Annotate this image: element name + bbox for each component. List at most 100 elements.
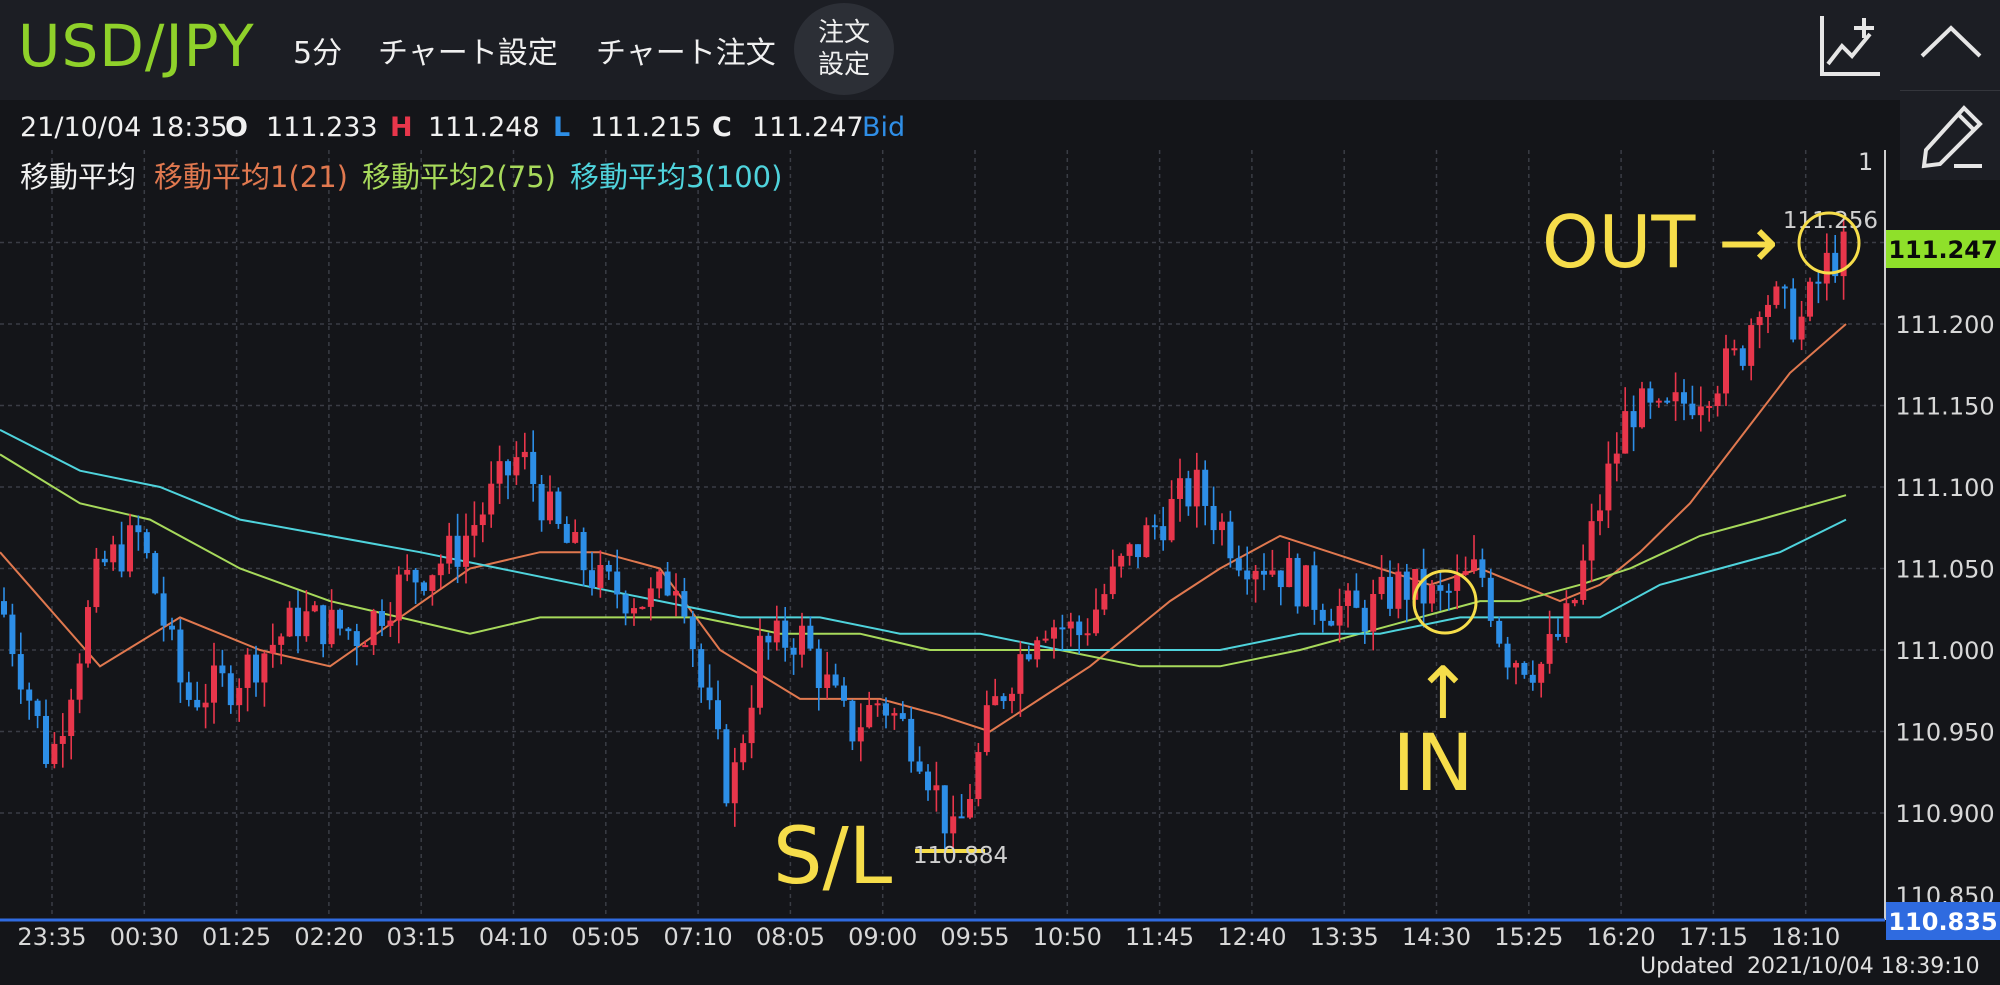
in-annotation: IN bbox=[1392, 719, 1473, 809]
candle-body bbox=[1336, 605, 1343, 626]
candle-body bbox=[647, 588, 654, 607]
candle-body bbox=[1042, 638, 1049, 641]
x-tick-label: 18:10 bbox=[1771, 923, 1840, 951]
candle-body bbox=[1815, 281, 1822, 284]
candle-body bbox=[983, 705, 990, 753]
candle-body bbox=[1294, 557, 1301, 607]
candle-body bbox=[1454, 574, 1461, 591]
candle-body bbox=[874, 703, 881, 706]
ma1-line bbox=[0, 323, 1847, 733]
candle-body bbox=[1277, 570, 1284, 588]
candle-body bbox=[43, 715, 49, 765]
x-tick-label: 01:25 bbox=[202, 923, 271, 951]
candle-body bbox=[572, 532, 579, 543]
candle-body bbox=[857, 727, 864, 742]
candle-body bbox=[1202, 469, 1209, 506]
ma1-legend[interactable]: 移動平均1(21) bbox=[154, 154, 348, 196]
candle-body bbox=[832, 674, 839, 686]
candle-body bbox=[278, 636, 285, 645]
candle-body bbox=[362, 645, 369, 648]
candle-body bbox=[891, 713, 898, 716]
x-tick-label: 17:15 bbox=[1679, 923, 1748, 951]
candle-body bbox=[1622, 411, 1629, 454]
candle-body bbox=[1504, 643, 1511, 668]
candle-body bbox=[589, 570, 595, 589]
candle-body bbox=[85, 607, 91, 664]
candle-body bbox=[1177, 478, 1183, 499]
candle-body bbox=[1076, 621, 1083, 636]
updated-label: Updated bbox=[1640, 954, 1734, 979]
candle-body bbox=[345, 628, 352, 632]
candle-body bbox=[353, 631, 360, 647]
candle-body bbox=[110, 544, 117, 563]
x-tick-label: 07:10 bbox=[664, 923, 733, 951]
candle-body bbox=[1210, 505, 1217, 531]
x-tick-label: 09:55 bbox=[940, 923, 1009, 951]
candle-body bbox=[1084, 633, 1091, 636]
candle-body bbox=[849, 700, 856, 742]
candle-body bbox=[1227, 521, 1234, 559]
candle-body bbox=[1403, 571, 1410, 600]
candle-body bbox=[824, 674, 831, 689]
candle-body bbox=[9, 614, 16, 655]
candle-body bbox=[1009, 693, 1015, 702]
candle-body bbox=[908, 718, 915, 762]
x-tick-label: 23:35 bbox=[17, 923, 86, 951]
ma3-legend[interactable]: 移動平均3(100) bbox=[570, 154, 782, 196]
candle-body bbox=[337, 609, 343, 629]
candle-body bbox=[664, 571, 671, 596]
candle-body bbox=[412, 569, 419, 583]
candle-body bbox=[51, 743, 58, 765]
candle-body bbox=[605, 564, 612, 572]
status-footer: Updated 2021/10/04 18:39:10 bbox=[0, 950, 2000, 985]
candle-body bbox=[958, 816, 965, 819]
low-marker: 110.884 bbox=[913, 843, 1008, 869]
candle-body bbox=[127, 525, 133, 572]
candle-body bbox=[513, 457, 520, 476]
candle-body bbox=[1235, 558, 1242, 571]
candle-body bbox=[1185, 478, 1192, 507]
candle-body bbox=[782, 620, 789, 648]
out-annotation: OUT → bbox=[1542, 200, 1779, 284]
candle-body bbox=[76, 663, 83, 700]
candle-body bbox=[169, 625, 175, 630]
candle-body bbox=[899, 713, 906, 719]
candle-body bbox=[463, 535, 469, 567]
x-tick-label: 11:45 bbox=[1125, 923, 1194, 951]
candle-body bbox=[1655, 400, 1662, 403]
candle-body bbox=[656, 571, 663, 589]
candle-body bbox=[1219, 521, 1225, 531]
candle-body bbox=[1823, 252, 1830, 284]
candle-body bbox=[1647, 388, 1654, 403]
candlestick-chart[interactable]: 111.200 111.150 111.100 111.050 111.000 110.9… bbox=[0, 0, 2000, 985]
candle-body bbox=[269, 644, 276, 654]
candle-body bbox=[135, 525, 142, 533]
candle-body bbox=[706, 687, 713, 701]
candle-body bbox=[1672, 392, 1679, 402]
candle-body bbox=[1126, 544, 1133, 556]
candle-body bbox=[1353, 590, 1360, 608]
candle-body bbox=[1563, 603, 1570, 637]
candle-body bbox=[1311, 565, 1318, 610]
y-tick-label: 111.200 bbox=[1895, 311, 1994, 339]
current-price-label: 111.247 bbox=[1888, 236, 1997, 264]
candle-body bbox=[387, 620, 394, 626]
candle-body bbox=[1706, 406, 1713, 409]
x-tick-label: 05:05 bbox=[571, 923, 640, 951]
candle-body bbox=[1790, 288, 1797, 340]
candle-body bbox=[639, 606, 646, 609]
candle-body bbox=[1697, 406, 1704, 416]
candle-body bbox=[101, 558, 108, 563]
candle-body bbox=[1093, 609, 1099, 634]
candle-body bbox=[311, 605, 318, 612]
candle-body bbox=[622, 594, 629, 614]
candle-body bbox=[211, 665, 217, 703]
candle-body bbox=[1462, 571, 1469, 575]
candle-body bbox=[807, 625, 814, 649]
candle-body bbox=[681, 591, 688, 617]
candle-body bbox=[631, 608, 637, 614]
candle-body bbox=[1328, 620, 1335, 626]
candle-body bbox=[1630, 411, 1637, 428]
candle-body bbox=[1681, 392, 1687, 404]
ma2-legend[interactable]: 移動平均2(75) bbox=[362, 154, 556, 196]
